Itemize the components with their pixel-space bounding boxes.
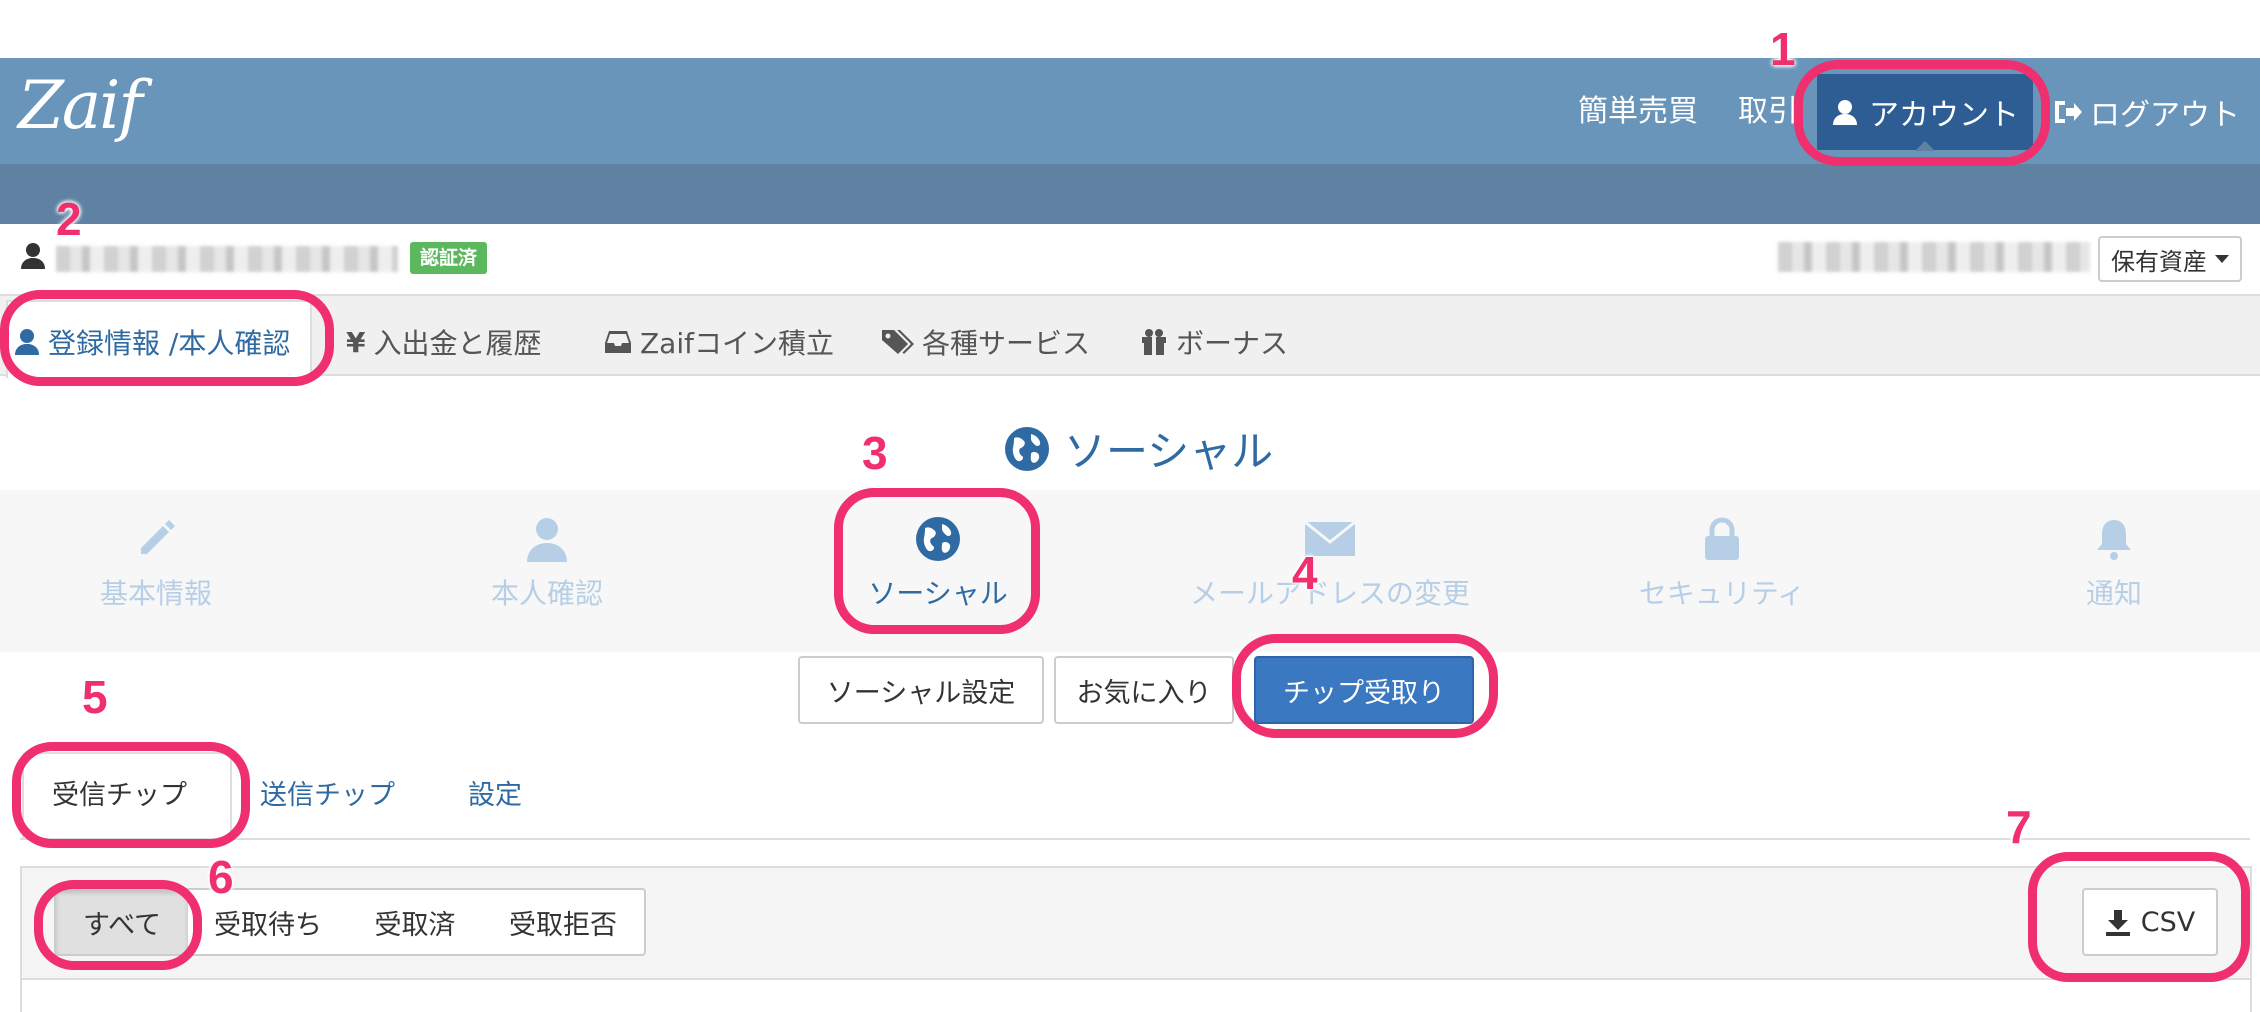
assets-dropdown-label: 保有資産	[2111, 247, 2207, 276]
user-icon	[21, 243, 45, 269]
username-redacted	[56, 246, 398, 272]
navbar-subbar	[0, 164, 2260, 224]
subnav-security[interactable]: セキュリティ	[1572, 516, 1872, 612]
caret-down-icon	[2215, 255, 2229, 263]
annotation-number-7: 7	[2006, 801, 2032, 853]
tab-bonus[interactable]: ボーナス	[1140, 320, 1288, 364]
annotation-ring-4	[1232, 634, 1498, 738]
sign-out-icon	[2055, 101, 2082, 123]
globe-icon	[1005, 426, 1049, 471]
annotation-number-1: 1	[1770, 23, 1796, 75]
tip-tabs-divider	[20, 838, 2250, 840]
yen-icon: ¥	[346, 325, 366, 359]
subnav-notifications[interactable]: 通知	[1964, 516, 2260, 612]
main-tabs	[0, 296, 2260, 376]
favorites-button[interactable]: お気に入り	[1054, 656, 1234, 724]
gift-icon	[1142, 329, 1166, 355]
tags-icon	[882, 330, 914, 354]
nav-logout-label: ログアウト	[2090, 98, 2240, 133]
subnav-identity-label: 本人確認	[490, 577, 603, 610]
tab-zaif-coin-label: Zaifコイン積立	[640, 327, 834, 360]
annotation-number-3: 3	[862, 427, 888, 479]
tips-panel-body	[22, 978, 2250, 1012]
tab-sent-tips[interactable]: 送信チップ	[260, 776, 395, 816]
filter-received-button[interactable]: 受取済	[348, 888, 484, 956]
pencil-icon	[141, 520, 175, 554]
annotation-number-6: 6	[208, 851, 234, 903]
annotation-ring-6	[34, 880, 202, 970]
filter-rejected-button[interactable]: 受取拒否	[482, 888, 646, 956]
annotation-ring-2	[0, 290, 334, 386]
subnav-notifications-label: 通知	[2085, 577, 2142, 610]
assets-dropdown[interactable]: 保有資産	[2098, 236, 2242, 282]
page-title: ソーシャル	[1004, 418, 1273, 479]
subnav-identity[interactable]: 本人確認	[397, 516, 697, 612]
annotation-number-5: 5	[82, 671, 108, 723]
tab-tip-settings[interactable]: 設定	[468, 776, 522, 816]
annotation-ring-3	[834, 488, 1040, 634]
annotation-ring-5	[12, 742, 250, 848]
lock-icon	[1705, 517, 1739, 560]
subnav-security-label: セキュリティ	[1638, 577, 1806, 610]
subnav-email-change-label: メールアドレスの変更	[1189, 577, 1470, 610]
verified-badge: 認証済	[410, 242, 488, 274]
nav-logout[interactable]: ログアウト	[2052, 86, 2240, 138]
annotation-ring-1	[1794, 60, 2050, 166]
subnav-email-change[interactable]: メールアドレスの変更	[1180, 516, 1480, 612]
tab-deposit-history[interactable]: ¥ 入出金と履歴	[346, 320, 542, 364]
subnav-basic-info-label: 基本情報	[99, 577, 212, 610]
bell-icon	[2097, 520, 2131, 560]
nav-simple-trade[interactable]: 簡単売買	[1578, 86, 1698, 138]
nav-trade[interactable]: 取引	[1738, 86, 1798, 138]
balance-redacted	[1778, 242, 2090, 272]
subnav-basic-info[interactable]: 基本情報	[6, 516, 306, 612]
inbox-icon	[605, 331, 631, 353]
zaif-logo[interactable]: Zaif	[18, 64, 143, 148]
tab-deposit-history-label: 入出金と履歴	[373, 327, 542, 360]
tab-services[interactable]: 各種サービス	[880, 320, 1090, 364]
annotation-ring-7	[2028, 852, 2250, 982]
tab-zaif-coin[interactable]: Zaifコイン積立	[604, 320, 834, 364]
social-settings-button[interactable]: ソーシャル設定	[798, 656, 1044, 724]
annotation-number-4: 4	[1292, 547, 1318, 599]
annotation-number-2: 2	[56, 193, 82, 245]
settings-subnav	[0, 490, 2260, 652]
page-title-label: ソーシャル	[1064, 427, 1274, 476]
tab-services-label: 各種サービス	[922, 327, 1091, 360]
tab-bonus-label: ボーナス	[1176, 327, 1289, 360]
user-icon	[527, 518, 567, 562]
